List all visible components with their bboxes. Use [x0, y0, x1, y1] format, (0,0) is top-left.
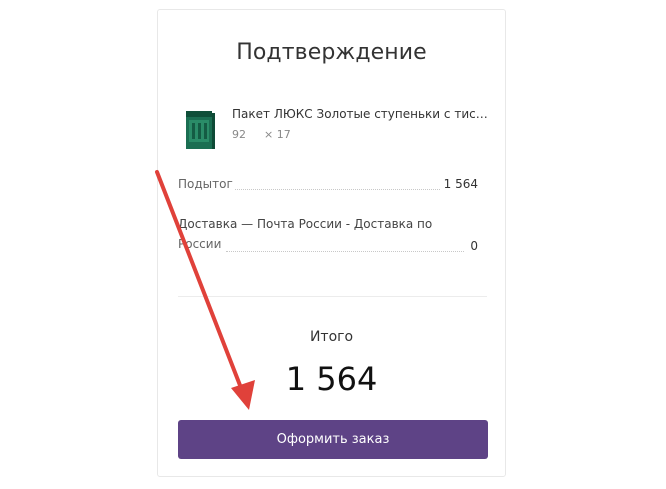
page: Подтверждение Пакет ЛЮКС Золотые ступень… — [0, 0, 666, 489]
product-meta: 92 × 17 — [232, 128, 291, 141]
subtotal-row: Подытог 1 564 — [178, 177, 478, 197]
divider — [178, 296, 487, 297]
subtotal-label: Подытог — [178, 177, 233, 191]
checkout-button[interactable]: Оформить заказ — [178, 420, 488, 459]
subtotal-leader — [235, 189, 440, 190]
delivery-value: 0 — [470, 239, 478, 253]
delivery-leader — [226, 251, 464, 252]
product-name[interactable]: Пакет ЛЮКС Золотые ступеньки с тисн... — [232, 107, 488, 121]
cart-item: Пакет ЛЮКС Золотые ступеньки с тисн... 9… — [178, 100, 488, 150]
product-thumbnail — [186, 111, 215, 149]
total-value: 1 564 — [285, 360, 378, 398]
subtotal-value: 1 564 — [443, 177, 478, 191]
delivery-row: Доставка — Почта России - Доставка по Ро… — [178, 217, 478, 257]
page-title: Подтверждение — [236, 40, 427, 65]
delivery-label-line1: Доставка — Почта России - Доставка по — [178, 217, 433, 231]
product-price: 92 — [232, 128, 246, 141]
order-confirmation-card: Подтверждение Пакет ЛЮКС Золотые ступень… — [157, 9, 506, 477]
delivery-label-line2: России — [178, 237, 222, 251]
total-label: Итого — [309, 329, 354, 345]
product-quantity: × 17 — [264, 128, 291, 141]
